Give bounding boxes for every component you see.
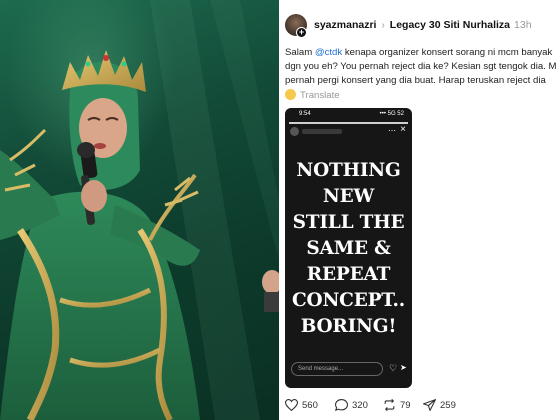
heart-icon <box>285 399 298 411</box>
post-panel: + syazmanazri › Legacy 30 Siti Nurhaliza 13… <box>279 0 560 420</box>
singer-illustration <box>0 0 279 420</box>
post-text-line-3: pernah pergi konsert yang dia buat. Hara… <box>285 75 546 87</box>
story-line: REPEAT <box>306 264 391 285</box>
story-line: STILL THE <box>292 212 405 233</box>
story-line: CONCEPT.. <box>292 290 405 311</box>
post-text-segment: kenapa organizer konsert sorang ni mcm b… <box>342 47 553 58</box>
story-line: BORING! <box>300 316 397 337</box>
post-body: Salam @ctdk kenapa organizer konsert sor… <box>285 46 560 89</box>
story-username-redacted <box>302 129 342 134</box>
story-progress-bar <box>289 122 408 124</box>
repost-icon <box>384 399 395 411</box>
status-time: 9:54 <box>299 111 311 117</box>
like-count: 560 <box>302 399 318 411</box>
comment-button[interactable]: 320 <box>335 399 368 411</box>
share-icon <box>423 399 436 411</box>
send-message-field: Send message... <box>291 362 383 376</box>
chevron-right-icon: › <box>381 20 385 31</box>
community-name[interactable]: Legacy 30 Siti Nurhaliza <box>390 19 510 31</box>
send-icon: ➤ <box>400 363 407 372</box>
translate-link[interactable]: Translate <box>300 90 340 101</box>
concert-photo <box>0 0 279 420</box>
status-indicators: ••• 5G 52 <box>379 111 404 117</box>
heart-icon: ♡ <box>389 363 398 373</box>
story-line: NOTHING <box>296 160 401 181</box>
status-bar: 9:54 ••• 5G 52 <box>285 108 412 120</box>
mention-link[interactable]: @ctdk <box>315 47 342 58</box>
story-line: SAME & <box>306 238 391 259</box>
post-text-line-1: Salam @ctdk kenapa organizer konsert sor… <box>285 46 560 60</box>
repost-count: 79 <box>400 399 411 411</box>
share-count: 259 <box>440 399 456 411</box>
follow-plus-icon[interactable]: + <box>296 27 307 38</box>
story-screenshot[interactable]: 9:54 ••• 5G 52 ⋯ × NOTHING NEW STILL THE… <box>285 108 412 388</box>
close-icon: × <box>400 124 406 135</box>
repost-button[interactable]: 79 <box>383 399 411 411</box>
story-caption: NOTHING NEW STILL THE SAME & REPEAT CONC… <box>285 158 412 340</box>
sad-emoji-icon <box>285 89 296 100</box>
post-text-line-2: dgn you eh? You pernah reject dia ke? Ke… <box>285 61 557 73</box>
comment-count: 320 <box>352 399 368 411</box>
post-text-segment: Salam <box>285 47 315 58</box>
username[interactable]: syazmanazri <box>314 19 376 31</box>
translate-row[interactable]: Translate <box>285 89 340 101</box>
comment-icon <box>335 399 348 411</box>
story-line: NEW <box>322 186 375 207</box>
like-button[interactable]: 560 <box>285 399 318 411</box>
more-icon: ⋯ <box>388 126 396 135</box>
story-avatar <box>290 127 299 136</box>
post-header: syazmanazri › Legacy 30 Siti Nurhaliza 13h <box>314 19 532 31</box>
post-timestamp: 13h <box>514 19 532 31</box>
share-button[interactable]: 259 <box>423 399 456 411</box>
